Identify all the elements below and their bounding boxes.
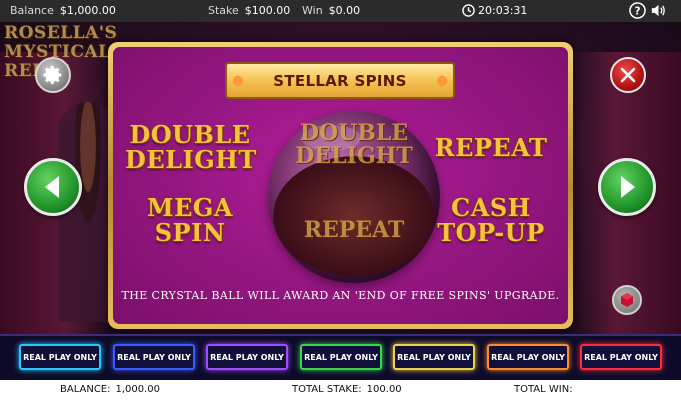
ball-text-double-delight: DOUBLE DELIGHT bbox=[295, 120, 413, 169]
real-play-button-7[interactable]: REAL PLAY ONLY bbox=[580, 344, 662, 370]
feature-double-delight: DOUBLE DELIGHT bbox=[125, 120, 257, 174]
clock-time: 20:03:31 bbox=[478, 4, 528, 17]
feature-mega-spin: MEGA SPIN bbox=[147, 193, 233, 247]
real-play-button-6[interactable]: REAL PLAY ONLY bbox=[487, 344, 569, 370]
arrow-left-icon bbox=[45, 176, 59, 198]
close-button[interactable] bbox=[610, 57, 646, 93]
balance-value: $1,000.00 bbox=[59, 4, 116, 17]
panel-description: THE CRYSTAL BALL WILL AWARD AN 'END OF F… bbox=[121, 289, 560, 302]
clock-icon bbox=[462, 4, 475, 17]
feature-cash-top-up: CASH TOP-UP bbox=[437, 193, 545, 247]
real-play-label: REAL PLAY ONLY bbox=[117, 352, 191, 362]
panel-title: STELLAR SPINS bbox=[225, 62, 455, 99]
bottom-bar: BALANCE: 1,000.00 TOTAL STAKE: 100.00 TO… bbox=[0, 380, 681, 400]
paytable-panel-body: STELLAR SPINS DOUBLE DELIGHT REPEAT MEGA… bbox=[113, 47, 568, 324]
next-page-button[interactable] bbox=[598, 158, 656, 216]
help-icon[interactable]: ? bbox=[629, 2, 646, 19]
random-button[interactable] bbox=[612, 285, 642, 315]
top-bar: Balance $1,000.00 Stake $100.00 Win $0.0… bbox=[0, 0, 681, 22]
bottom-stake-value: 100.00 bbox=[366, 384, 402, 395]
close-icon bbox=[620, 67, 636, 83]
settings-button[interactable] bbox=[35, 57, 71, 93]
stake-value: $100.00 bbox=[244, 4, 291, 17]
bottom-stake-label: TOTAL STAKE: bbox=[292, 384, 362, 395]
svg-text:?: ? bbox=[634, 5, 640, 17]
bottom-win-label: TOTAL WIN: bbox=[514, 384, 573, 395]
real-play-label: REAL PLAY ONLY bbox=[304, 352, 378, 362]
crystal-ball-inner bbox=[273, 156, 435, 276]
real-play-label: REAL PLAY ONLY bbox=[23, 352, 97, 362]
real-play-button-4[interactable]: REAL PLAY ONLY bbox=[300, 344, 382, 370]
bottom-win: TOTAL WIN: bbox=[514, 384, 578, 395]
real-play-strip: REAL PLAY ONLY REAL PLAY ONLY REAL PLAY … bbox=[0, 334, 681, 380]
balance-label: Balance bbox=[10, 4, 54, 17]
real-play-button-5[interactable]: REAL PLAY ONLY bbox=[393, 344, 475, 370]
real-play-label: REAL PLAY ONLY bbox=[491, 352, 565, 362]
stake-display: Stake $100.00 bbox=[208, 4, 290, 17]
real-play-label: REAL PLAY ONLY bbox=[210, 352, 284, 362]
previous-page-button[interactable] bbox=[24, 158, 82, 216]
win-display: Win $0.00 bbox=[302, 4, 360, 17]
bottom-balance-label: BALANCE: bbox=[60, 384, 111, 395]
stake-label: Stake bbox=[208, 4, 239, 17]
clock-display: 20:03:31 bbox=[478, 4, 527, 17]
real-play-button-3[interactable]: REAL PLAY ONLY bbox=[206, 344, 288, 370]
bottom-stake: TOTAL STAKE: 100.00 bbox=[292, 384, 402, 395]
paytable-panel: STELLAR SPINS DOUBLE DELIGHT REPEAT MEGA… bbox=[108, 42, 573, 329]
dice-icon bbox=[621, 293, 633, 307]
bottom-balance-value: 1,000.00 bbox=[115, 384, 161, 395]
sound-icon[interactable] bbox=[650, 2, 667, 19]
real-play-label: REAL PLAY ONLY bbox=[584, 352, 658, 362]
real-play-button-1[interactable]: REAL PLAY ONLY bbox=[19, 344, 101, 370]
ball-text-repeat: REPEAT bbox=[303, 217, 405, 243]
balance-display: Balance $1,000.00 bbox=[10, 4, 116, 17]
win-value: $0.00 bbox=[328, 4, 361, 17]
real-play-label: REAL PLAY ONLY bbox=[397, 352, 471, 362]
arrow-right-icon bbox=[621, 176, 635, 198]
gear-icon bbox=[43, 65, 62, 84]
win-label: Win bbox=[302, 4, 323, 17]
feature-repeat: REPEAT bbox=[434, 133, 548, 162]
real-play-button-2[interactable]: REAL PLAY ONLY bbox=[113, 344, 195, 370]
bottom-balance: BALANCE: 1,000.00 bbox=[60, 384, 160, 395]
